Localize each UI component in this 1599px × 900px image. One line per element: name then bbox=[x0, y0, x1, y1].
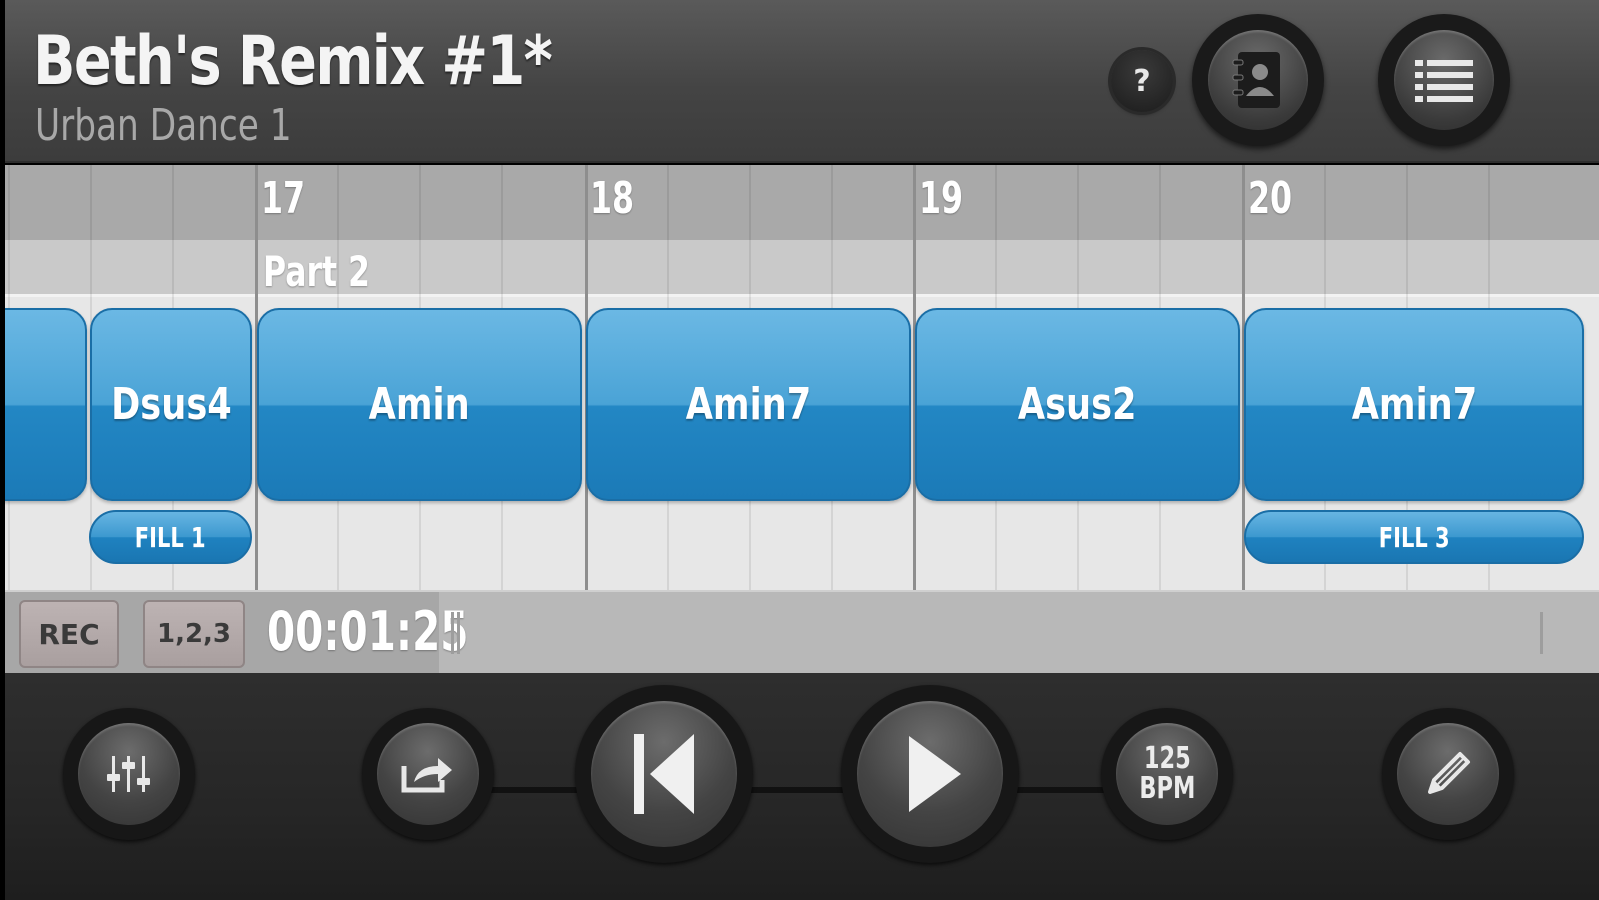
tempo-button[interactable]: 125 BPM bbox=[1101, 708, 1233, 840]
mixer-button[interactable] bbox=[63, 708, 195, 840]
part-label: Part 2 bbox=[263, 247, 370, 296]
fill-block[interactable]: FILL 3 bbox=[1244, 510, 1584, 564]
chord-label: Dsus4 bbox=[110, 379, 232, 430]
scrub-start-handle-line bbox=[457, 612, 460, 654]
header-bar: Beth's Remix #1* Urban Dance 1 ? bbox=[5, 0, 1599, 163]
count-in-label: 1,2,3 bbox=[156, 619, 232, 649]
song-title: Beth's Remix #1* bbox=[33, 22, 553, 101]
chord-block[interactable]: Dsus4 bbox=[90, 308, 252, 501]
pencil-icon bbox=[1397, 723, 1499, 825]
fill-label: FILL 1 bbox=[135, 520, 206, 554]
chord-block[interactable] bbox=[5, 308, 87, 501]
rewind-button[interactable] bbox=[575, 685, 753, 863]
play-icon bbox=[857, 701, 1003, 847]
help-button[interactable]: ? bbox=[1111, 50, 1173, 112]
chord-block[interactable]: Amin7 bbox=[586, 308, 911, 501]
rec-button[interactable]: REC bbox=[19, 600, 119, 668]
play-button[interactable] bbox=[841, 685, 1019, 863]
edit-button[interactable] bbox=[1382, 708, 1514, 840]
contacts-book-icon bbox=[1208, 30, 1308, 130]
chord-block[interactable]: Amin bbox=[257, 308, 582, 501]
fill-label: FILL 3 bbox=[1378, 520, 1450, 554]
bpm-value: 125 bbox=[1143, 741, 1191, 776]
tempo-display: 125 BPM bbox=[1116, 723, 1218, 825]
contacts-button[interactable] bbox=[1192, 14, 1324, 146]
song-style: Urban Dance 1 bbox=[35, 100, 292, 151]
chord-label: Amin7 bbox=[1351, 379, 1477, 430]
chord-label: Asus2 bbox=[1018, 379, 1137, 430]
count-in-button[interactable]: 1,2,3 bbox=[143, 600, 245, 668]
parts-row bbox=[5, 240, 1599, 297]
chord-block[interactable]: Asus2 bbox=[915, 308, 1240, 501]
skip-back-icon bbox=[591, 701, 737, 847]
chord-block[interactable]: Amin7 bbox=[1244, 308, 1584, 501]
menu-button[interactable] bbox=[1378, 14, 1510, 146]
status-bar: REC 1,2,3 00:01:25 bbox=[5, 590, 1599, 675]
transport-controls: 125 BPM bbox=[5, 673, 1599, 900]
bar-number-17: 17 bbox=[261, 173, 306, 224]
chord-label: Amin7 bbox=[685, 379, 812, 430]
fill-block[interactable]: FILL 1 bbox=[89, 510, 252, 564]
list-menu-icon bbox=[1394, 30, 1494, 130]
bar-ruler[interactable] bbox=[5, 165, 1599, 240]
share-button[interactable] bbox=[362, 708, 494, 840]
time-display: 00:01:25 bbox=[267, 600, 469, 663]
bar-number-19: 19 bbox=[919, 173, 964, 224]
scrub-start-handle[interactable] bbox=[451, 612, 454, 654]
scrub-end-handle[interactable] bbox=[1540, 612, 1543, 654]
help-icon: ? bbox=[1133, 63, 1151, 99]
bar-number-20: 20 bbox=[1248, 173, 1293, 224]
bpm-unit: BPM bbox=[1138, 771, 1196, 806]
share-icon bbox=[377, 723, 479, 825]
chord-label: Amin bbox=[368, 379, 471, 430]
bar-number-18: 18 bbox=[590, 173, 635, 224]
timeline[interactable]: 17 18 19 20 Part 2 Dsus4 Amin Amin7 Asus… bbox=[5, 165, 1599, 590]
rec-label: REC bbox=[38, 617, 100, 651]
mixer-sliders-icon bbox=[78, 723, 180, 825]
